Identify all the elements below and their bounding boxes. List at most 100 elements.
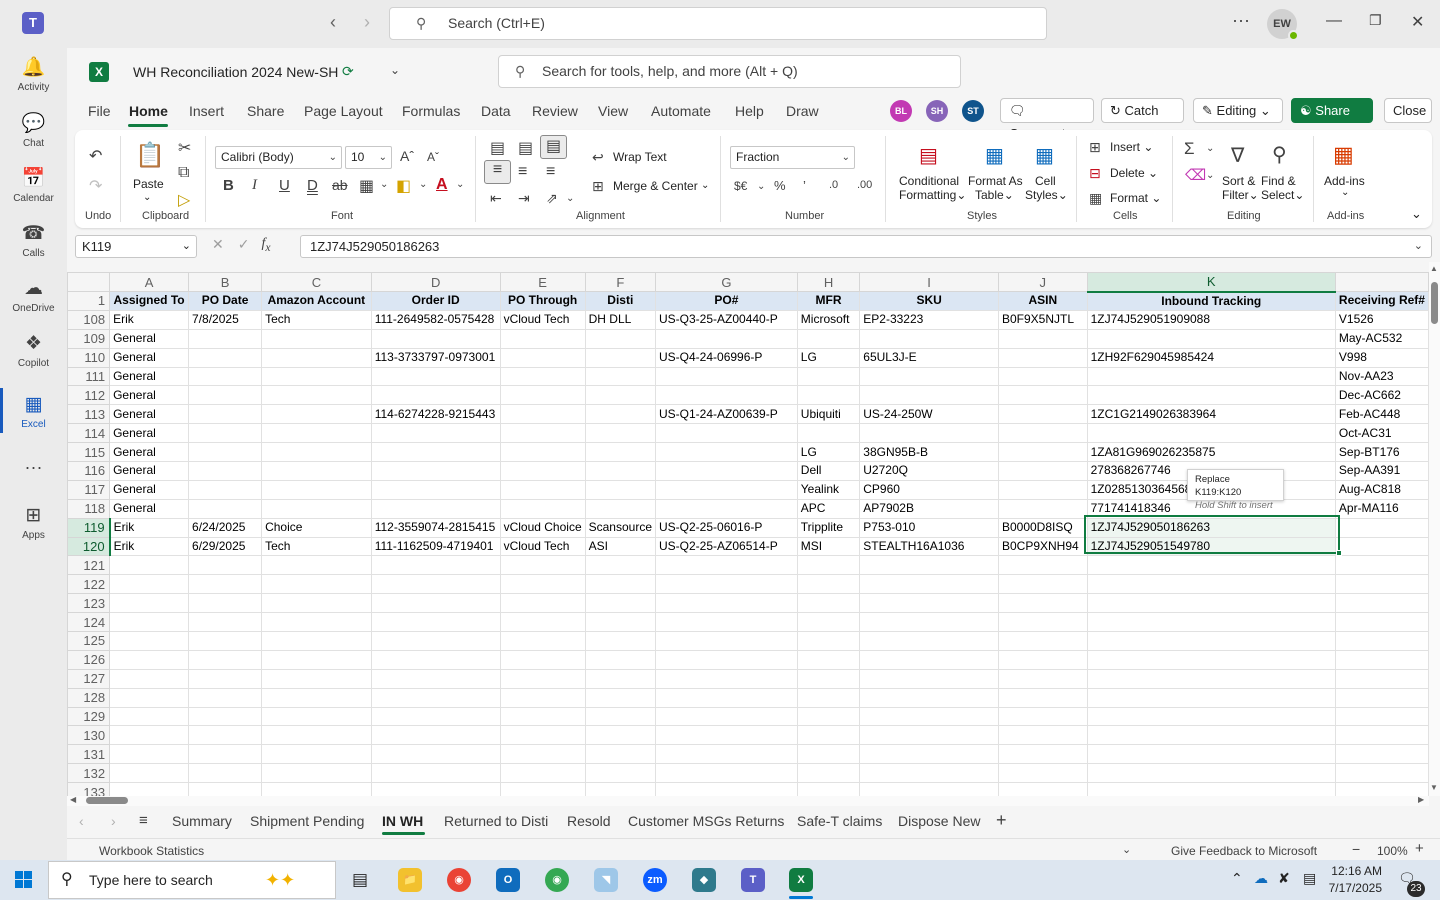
cell[interactable] (1334, 668, 1429, 689)
cell[interactable] (655, 498, 798, 519)
cell[interactable]: AP7902B (859, 498, 999, 519)
cell[interactable] (188, 725, 263, 746)
find-select-button[interactable]: Find & Select⌄ (1261, 174, 1304, 202)
tab-file[interactable]: File (88, 103, 111, 119)
cell[interactable]: US-Q1-24-AZ00639-P (655, 404, 798, 425)
format-as-table-button[interactable]: Format As Table⌄ (968, 174, 1023, 202)
insert-cells-button[interactable]: Insert ⌄ (1110, 140, 1153, 154)
column-header[interactable]: G (655, 272, 798, 292)
cell[interactable] (188, 782, 263, 796)
header-cell[interactable]: PO Date (188, 291, 263, 311)
ribbon-expand-chevron-icon[interactable]: ⌄ (1411, 206, 1422, 222)
increase-font-size-icon[interactable]: Aˆ (400, 148, 414, 164)
cell[interactable]: vCloud Choice (499, 517, 586, 538)
cell[interactable] (370, 725, 501, 746)
zoom-level[interactable]: 100% (1377, 844, 1408, 858)
increase-decimal-icon[interactable]: .0 (829, 179, 838, 191)
cell[interactable] (584, 725, 657, 746)
cell[interactable] (997, 706, 1088, 727)
cell[interactable] (109, 555, 190, 576)
cell[interactable] (370, 668, 501, 689)
horizontal-scroll-thumb[interactable] (86, 797, 128, 804)
cell[interactable] (261, 782, 372, 796)
cell[interactable] (796, 649, 861, 670)
header-cell[interactable]: Inbound Tracking (1086, 291, 1336, 311)
scroll-right-arrow-icon[interactable]: ▶ (1418, 795, 1424, 804)
borders-icon[interactable]: ▦ (359, 176, 374, 196)
rail-excel[interactable]: ▦ Excel (0, 393, 67, 430)
cell[interactable]: Tripplite (796, 517, 861, 538)
tab-automate[interactable]: Automate (651, 103, 711, 119)
confirm-formula-icon[interactable]: ✓ (238, 236, 250, 253)
cell[interactable] (1086, 612, 1336, 633)
cell[interactable]: General (109, 423, 190, 444)
header-cell[interactable]: Order ID (370, 291, 501, 311)
decrease-indent-icon[interactable]: ⇤ (490, 190, 502, 207)
cell[interactable]: 1ZH92F629045985424 (1086, 347, 1336, 368)
column-header[interactable]: D (370, 272, 501, 292)
cell[interactable]: Dell (796, 461, 861, 481)
cell[interactable] (655, 763, 798, 784)
cell[interactable] (370, 687, 501, 708)
cell[interactable] (584, 461, 657, 481)
cell[interactable] (261, 498, 372, 519)
catch-up-button[interactable]: ↻ Catch up (1101, 98, 1184, 141)
cell[interactable] (1086, 725, 1336, 746)
row-number[interactable]: 111 (67, 366, 111, 387)
cell[interactable] (499, 366, 586, 387)
cell[interactable] (261, 593, 372, 614)
restore-icon[interactable]: ❐ (1369, 12, 1382, 29)
strikethrough-icon[interactable]: ab (332, 177, 348, 193)
cell[interactable] (261, 706, 372, 727)
number-format-select[interactable]: Fraction ⌄ (730, 146, 855, 169)
cell[interactable] (584, 782, 657, 796)
cell[interactable] (1086, 574, 1336, 595)
cell[interactable] (796, 763, 861, 784)
row-number[interactable]: 125 (67, 631, 111, 651)
cell[interactable] (655, 687, 798, 708)
cell[interactable] (188, 612, 263, 633)
tab-share[interactable]: Share (247, 103, 284, 119)
cell[interactable]: Yealink (796, 479, 861, 500)
header-cell[interactable]: Receiving Ref# (1334, 291, 1429, 311)
cell[interactable] (499, 782, 586, 796)
row-number[interactable]: 113 (67, 404, 111, 425)
cell[interactable]: US-Q2-25-06016-P (655, 517, 798, 538)
cell[interactable]: Dec-AC662 (1334, 385, 1429, 406)
comments-button[interactable]: 🗨 Comments (1000, 98, 1094, 141)
align-top-icon[interactable]: ▤ (490, 138, 505, 158)
cell[interactable] (188, 687, 263, 708)
conditional-formatting-button[interactable]: Conditional Formatting⌄ (899, 174, 966, 202)
cell[interactable] (1086, 423, 1336, 444)
chevron-down-icon[interactable]: ⌄ (1122, 843, 1131, 856)
cell[interactable] (499, 385, 586, 406)
cell[interactable] (109, 744, 190, 765)
cell[interactable]: 1ZJ74J529051549780 (1086, 536, 1336, 557)
cell[interactable] (859, 631, 999, 651)
cell[interactable]: Tech (261, 536, 372, 557)
header-cell[interactable]: ASIN (997, 291, 1088, 311)
cell[interactable] (584, 744, 657, 765)
cell[interactable]: 7/8/2025 (188, 309, 263, 330)
cell[interactable] (655, 782, 798, 796)
cell[interactable]: Scansource (584, 517, 657, 538)
cell[interactable]: V1526 (1334, 309, 1429, 330)
cell[interactable] (261, 631, 372, 651)
cell[interactable]: ASI (584, 536, 657, 557)
cell[interactable]: 6/29/2025 (188, 536, 263, 557)
cell[interactable] (584, 423, 657, 444)
merge-center-button[interactable]: Merge & Center (613, 179, 698, 193)
cell[interactable] (655, 461, 798, 481)
cell[interactable]: 1ZA81G969026235875 (1086, 442, 1336, 463)
cell[interactable] (1334, 536, 1429, 557)
chrome-profile-icon[interactable]: ◉ (545, 868, 569, 892)
cell[interactable] (1086, 687, 1336, 708)
rail-apps[interactable]: ⊞ Apps (0, 504, 67, 541)
cell[interactable]: Sep-AA391 (1334, 461, 1429, 481)
cell[interactable]: Erik (109, 536, 190, 557)
copy-icon[interactable]: ⧉ (178, 164, 189, 182)
cell[interactable] (499, 763, 586, 784)
cell[interactable] (261, 385, 372, 406)
row-number[interactable]: 133 (67, 782, 111, 796)
cell[interactable] (584, 593, 657, 614)
